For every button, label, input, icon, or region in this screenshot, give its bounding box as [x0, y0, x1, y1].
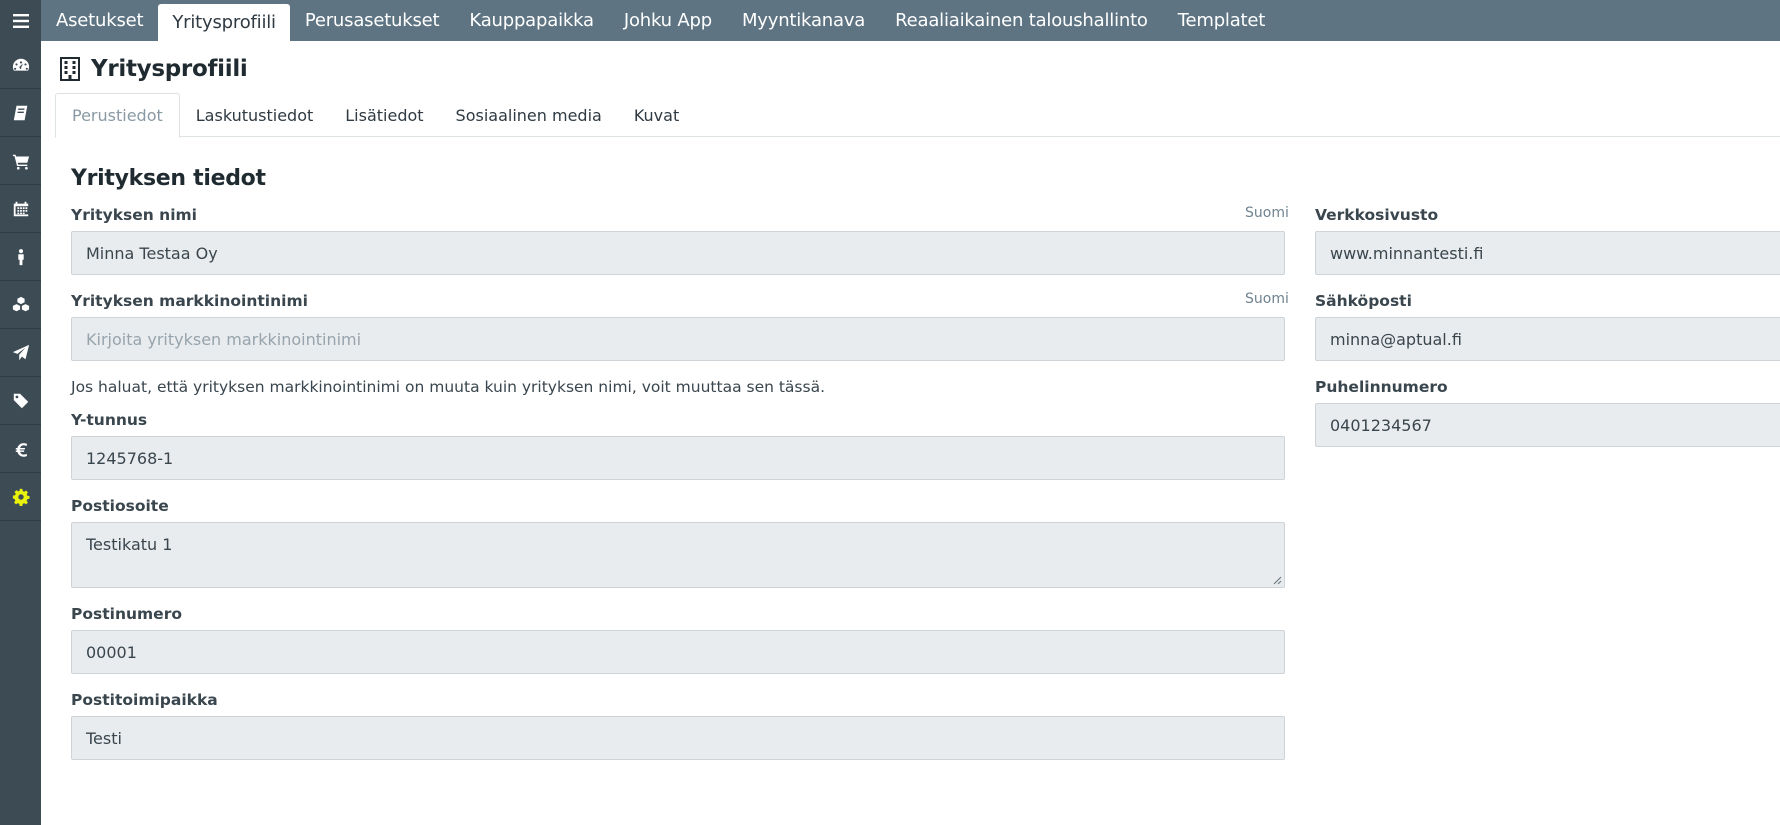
tab-perusasetukset[interactable]: Perusasetukset: [290, 0, 455, 41]
top-navigation: Asetukset Yritysprofiili Perusasetukset …: [41, 0, 1780, 41]
page-header: Yritysprofiili: [59, 56, 248, 82]
cart-icon: [12, 154, 29, 170]
profile-subtabs: Perustiedot Laskutustiedot Lisätiedot So…: [55, 93, 1780, 138]
phone-label: Puhelinnumero: [1315, 378, 1448, 396]
company-name-label: Yrityksen nimi: [71, 206, 197, 224]
boxes-icon: [12, 296, 29, 311]
sidebar-item-person[interactable]: [0, 233, 41, 281]
subtab-perustiedot[interactable]: Perustiedot: [55, 93, 180, 138]
tab-yritysprofiili[interactable]: Yritysprofiili: [158, 4, 290, 41]
building-icon: [60, 57, 80, 81]
business-id-label: Y-tunnus: [71, 411, 148, 429]
gear-icon: [12, 488, 30, 506]
marketing-name-help-text: Jos haluat, että yrityksen markkinointin…: [71, 378, 826, 396]
sidebar: [0, 0, 41, 825]
menu-toggle-button[interactable]: [0, 0, 41, 41]
paper-plane-icon: [12, 344, 29, 360]
marketing-name-language[interactable]: Suomi: [1245, 291, 1289, 307]
website-input[interactable]: www.minnantesti.fi: [1315, 231, 1780, 275]
subtab-lisatiedot[interactable]: Lisätiedot: [329, 93, 439, 137]
website-label: Verkkosivusto: [1315, 206, 1439, 224]
city-input[interactable]: Testi: [71, 716, 1285, 760]
hamburger-icon: [12, 13, 29, 28]
marketing-name-input[interactable]: Kirjoita yrityksen markkinointinimi: [71, 317, 1285, 361]
section-title: Yrityksen tiedot: [71, 166, 266, 191]
sidebar-item-tags[interactable]: [0, 377, 41, 425]
tab-asetukset[interactable]: Asetukset: [41, 0, 158, 41]
phone-input[interactable]: 0401234567: [1315, 403, 1780, 447]
sidebar-item-finance[interactable]: [0, 425, 41, 473]
tab-kauppapaikka[interactable]: Kauppapaikka: [454, 0, 608, 41]
email-input[interactable]: minna@aptual.fi: [1315, 317, 1780, 361]
tab-johku-app[interactable]: Johku App: [609, 0, 727, 41]
postal-code-label: Postinumero: [71, 605, 182, 623]
sidebar-item-boxes[interactable]: [0, 281, 41, 329]
dashboard-icon: [12, 58, 29, 71]
sidebar-item-settings[interactable]: [0, 473, 41, 521]
subtab-kuvat[interactable]: Kuvat: [618, 93, 695, 137]
postal-address-value: Testikatu 1: [86, 535, 173, 554]
sidebar-item-cart[interactable]: [0, 137, 41, 185]
tab-reaaliaikainen-taloushallinto[interactable]: Reaaliaikainen taloushallinto: [880, 0, 1163, 41]
city-label: Postitoimipaikka: [71, 691, 218, 709]
tab-myyntikanava[interactable]: Myyntikanava: [727, 0, 880, 41]
calendar-icon: [13, 201, 28, 216]
marketing-name-label: Yrityksen markkinointinimi: [71, 292, 308, 310]
email-label: Sähköposti: [1315, 292, 1412, 310]
sidebar-item-calendar[interactable]: [0, 185, 41, 233]
sidebar-item-dashboard[interactable]: [0, 41, 41, 89]
subtab-laskutustiedot[interactable]: Laskutustiedot: [180, 93, 330, 137]
postal-address-label: Postiosoite: [71, 497, 169, 515]
resize-handle-icon[interactable]: [1273, 576, 1282, 585]
subtab-sosiaalinen-media[interactable]: Sosiaalinen media: [440, 93, 618, 137]
postal-code-input[interactable]: 00001: [71, 630, 1285, 674]
company-name-language[interactable]: Suomi: [1245, 205, 1289, 221]
euro-icon: [15, 442, 27, 457]
tag-icon: [13, 393, 28, 408]
business-id-input[interactable]: 1245768-1: [71, 436, 1285, 480]
tab-templatet[interactable]: Templatet: [1163, 0, 1280, 41]
book-icon: [13, 105, 27, 120]
company-name-input[interactable]: Minna Testaa Oy: [71, 231, 1285, 275]
postal-address-textarea[interactable]: Testikatu 1: [71, 522, 1285, 588]
sidebar-item-book[interactable]: [0, 89, 41, 137]
page-title: Yritysprofiili: [91, 56, 248, 82]
sidebar-item-send[interactable]: [0, 329, 41, 377]
person-icon: [17, 248, 24, 265]
